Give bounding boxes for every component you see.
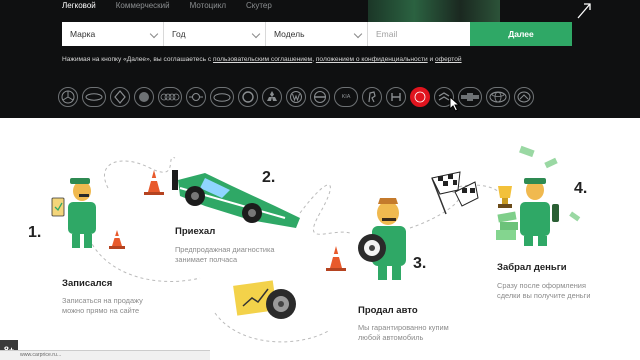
consent-text: Нажимая на кнопку «Далее», вы соглашаете… bbox=[62, 56, 462, 63]
opel-logo-icon[interactable] bbox=[310, 87, 330, 107]
hero-photo bbox=[368, 0, 500, 22]
year-select[interactable]: Год bbox=[164, 22, 266, 46]
step-2-number: 2. bbox=[262, 169, 276, 186]
sell-car-form: Марка Год Модель Email Далее bbox=[62, 22, 572, 46]
mini-logo-icon[interactable] bbox=[186, 87, 206, 107]
kia-logo-icon[interactable]: KIA bbox=[334, 87, 358, 107]
how-it-works-section: 1. 2. 3. 4. Записался Записаться на прод… bbox=[0, 118, 640, 360]
step-4-description: Сразу после оформления сделки вы получите… bbox=[497, 281, 590, 301]
volkswagen-logo-icon[interactable] bbox=[286, 87, 306, 107]
step-2-description-line2: занимает полчаса bbox=[175, 255, 238, 264]
traffic-cone-icon bbox=[144, 170, 164, 195]
tab-motorcycle[interactable]: Мотоцикл bbox=[190, 1, 226, 10]
tire-and-chart-illustration bbox=[233, 280, 296, 319]
step-3-description-line2: любой автомобиль bbox=[358, 333, 424, 342]
mechanic-character-4 bbox=[496, 145, 581, 246]
renault-logo-icon[interactable] bbox=[110, 87, 130, 107]
model-select-label: Модель bbox=[274, 29, 305, 39]
lexus-logo-icon[interactable] bbox=[410, 87, 430, 107]
traffic-cone-icon bbox=[109, 230, 125, 249]
hero-section: Легковой Коммерческий Мотоцикл Скутер Ма… bbox=[0, 0, 640, 118]
vehicle-type-tabs: Легковой Коммерческий Мотоцикл Скутер bbox=[62, 1, 272, 10]
audi-logo-icon[interactable] bbox=[158, 87, 182, 107]
consent-separator: и bbox=[427, 56, 436, 63]
step-1-title: Записался bbox=[62, 278, 113, 289]
honda-logo-icon[interactable] bbox=[386, 87, 406, 107]
peugeot-logo-icon[interactable] bbox=[362, 87, 382, 107]
brand-logo-strip: KIA bbox=[58, 87, 534, 107]
chevrolet-old-logo-icon[interactable] bbox=[134, 87, 154, 107]
step-2-description: Предпродажная диагностика занимает полчас… bbox=[175, 245, 275, 265]
chevron-down-icon bbox=[353, 29, 363, 39]
tab-scooter[interactable]: Скутер bbox=[246, 1, 272, 10]
step-4-number: 4. bbox=[574, 180, 588, 197]
brand-select[interactable]: Марка bbox=[62, 22, 164, 46]
privacy-policy-link[interactable]: положением о конфиденциальности bbox=[316, 56, 428, 63]
step-1-description-line1: Записаться на продажу bbox=[62, 296, 143, 305]
steps-illustration bbox=[51, 145, 581, 343]
arrow-doodle-icon bbox=[577, 3, 591, 19]
step-1-description: Записаться на продажу можно прямо на сайт… bbox=[62, 296, 143, 316]
mazda-logo-icon[interactable] bbox=[514, 87, 534, 107]
step-4-description-line2: сделки вы получите деньги bbox=[497, 291, 591, 300]
offer-link[interactable]: офертой bbox=[435, 56, 462, 63]
mouse-cursor-icon bbox=[449, 96, 461, 112]
step-3-description-line1: Мы гарантированно купим bbox=[358, 323, 449, 332]
chevrolet-logo-icon[interactable] bbox=[458, 87, 482, 107]
next-button[interactable]: Далее bbox=[470, 22, 572, 46]
email-field[interactable]: Email bbox=[368, 22, 470, 46]
consent-prefix: Нажимая на кнопку «Далее», вы соглашаете… bbox=[62, 56, 214, 63]
step-2-description-line1: Предпродажная диагностика bbox=[175, 245, 275, 254]
traffic-cone-icon bbox=[326, 246, 346, 271]
step-1-description-line2: можно прямо на сайте bbox=[62, 306, 140, 315]
tab-commercial[interactable]: Коммерческий bbox=[116, 1, 170, 10]
tab-car[interactable]: Легковой bbox=[62, 1, 96, 10]
chevron-down-icon bbox=[149, 29, 159, 39]
race-car-illustration bbox=[172, 170, 300, 228]
step-3-description: Мы гарантированно купим любой автомобиль bbox=[358, 323, 449, 343]
mechanic-character-1 bbox=[51, 178, 96, 248]
email-placeholder: Email bbox=[376, 29, 398, 39]
step-3-number: 3. bbox=[413, 255, 427, 272]
step-1-number: 1. bbox=[28, 224, 42, 241]
mercedes-logo-icon[interactable] bbox=[58, 87, 78, 107]
bmw-mini-logo-icon[interactable] bbox=[82, 87, 106, 107]
user-agreement-link[interactable]: пользовательским соглашением bbox=[213, 56, 312, 63]
step-4-description-line1: Сразу после оформления bbox=[497, 281, 586, 290]
kia-logo-text: KIA bbox=[341, 94, 351, 100]
skoda-logo-icon[interactable] bbox=[238, 87, 258, 107]
step-4-title: Забрал деньги bbox=[497, 262, 567, 273]
checkered-flag-icon bbox=[431, 171, 479, 215]
step-3-title: Продал авто bbox=[358, 305, 418, 316]
mechanic-character-3 bbox=[358, 198, 406, 280]
ford-logo-icon[interactable] bbox=[210, 87, 234, 107]
chevron-down-icon bbox=[251, 29, 261, 39]
browser-status-bar: www.carprice.ru... bbox=[0, 350, 210, 360]
page: Легковой Коммерческий Мотоцикл Скутер Ма… bbox=[0, 0, 640, 360]
model-select[interactable]: Модель bbox=[266, 22, 368, 46]
brand-select-label: Марка bbox=[70, 29, 96, 39]
step-2-title: Приехал bbox=[175, 226, 216, 237]
mitsubishi-logo-icon[interactable] bbox=[262, 87, 282, 107]
toyota-logo-icon[interactable] bbox=[486, 87, 510, 107]
year-select-label: Год bbox=[172, 29, 186, 39]
